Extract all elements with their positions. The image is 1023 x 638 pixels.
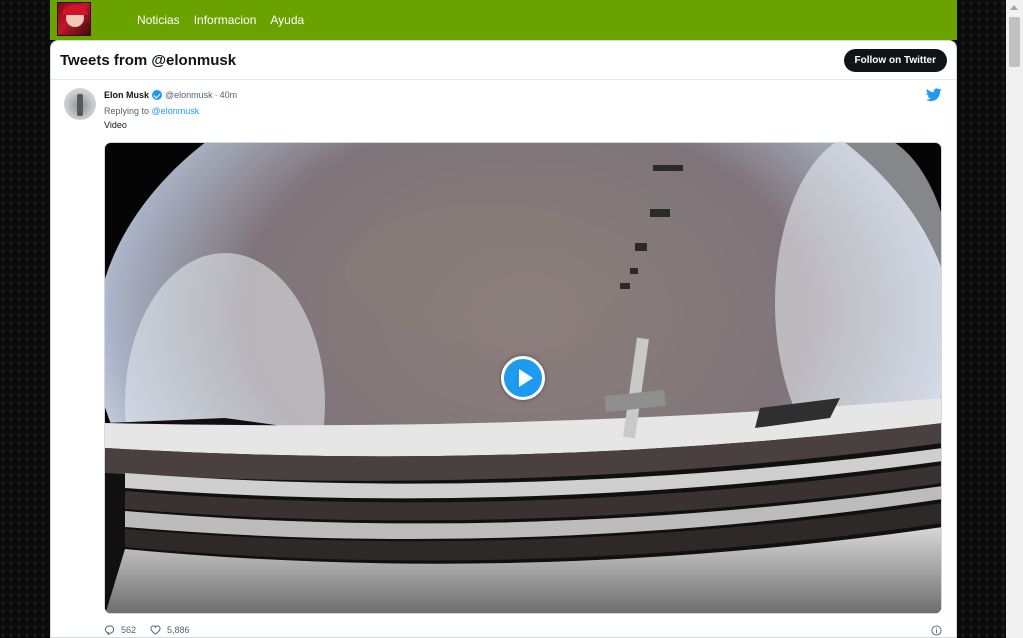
- separator-dot: ·: [214, 90, 218, 100]
- tweet-body: Elon Musk @elonmusk · 40m Replying to @e…: [104, 88, 943, 130]
- scroll-up-arrow-icon[interactable]: [1010, 5, 1018, 10]
- avatar[interactable]: [64, 88, 96, 120]
- follow-on-twitter-button[interactable]: Follow on Twitter: [843, 48, 947, 72]
- play-icon[interactable]: [501, 356, 545, 400]
- tweet-timestamp[interactable]: 40m: [220, 90, 238, 100]
- like-button[interactable]: 5,886: [150, 625, 190, 635]
- tweet[interactable]: Elon Musk @elonmusk · 40m Replying to @e…: [51, 80, 956, 130]
- author-handle[interactable]: @elonmusk: [165, 90, 213, 100]
- reply-line: Replying to @elonmusk: [104, 106, 943, 116]
- like-count: 5,886: [167, 625, 190, 635]
- nav-item-informacion[interactable]: Informacion: [194, 13, 257, 27]
- tweet-text: Video: [104, 120, 127, 130]
- tweet-video[interactable]: [104, 142, 942, 614]
- widget-header: Tweets from @elonmusk Follow on Twitter: [51, 41, 956, 80]
- heart-icon: [150, 625, 161, 635]
- twitter-bird-icon[interactable]: [926, 88, 942, 102]
- reply-prefix: Replying to: [104, 106, 150, 116]
- twitter-timeline-widget: Tweets from @elonmusk Follow on Twitter …: [50, 40, 957, 638]
- widget-title: Tweets from @elonmusk: [60, 51, 237, 69]
- nav-item-noticias[interactable]: Noticias: [137, 13, 180, 27]
- tweet-actions: 562 5,886: [104, 625, 204, 635]
- author-name[interactable]: Elon Musk: [104, 90, 149, 100]
- verified-badge-icon: [152, 90, 163, 100]
- reply-handle-link[interactable]: @elonmusk: [152, 106, 200, 116]
- scrollbar-thumb[interactable]: [1009, 17, 1020, 67]
- info-icon[interactable]: [931, 625, 942, 636]
- reply-count: 562: [121, 625, 137, 635]
- page-scrollbar[interactable]: [1006, 0, 1023, 638]
- main-nav: Noticias Informacion Ayuda: [137, 13, 304, 27]
- nav-item-ayuda[interactable]: Ayuda: [270, 13, 304, 27]
- author-line: Elon Musk @elonmusk · 40m: [104, 88, 943, 102]
- reply-icon: [104, 625, 115, 635]
- reply-button[interactable]: 562: [104, 625, 136, 635]
- top-nav-bar: Noticias Informacion Ayuda: [50, 0, 957, 40]
- site-logo[interactable]: [57, 2, 91, 36]
